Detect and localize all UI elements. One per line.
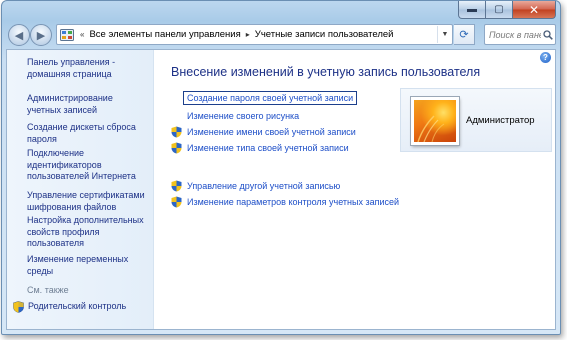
change-account-name-link[interactable]: Изменение имени своей учетной записи xyxy=(187,127,356,137)
breadcrumb-all-control-panel-items[interactable]: Все элементы панели управления xyxy=(86,29,243,40)
sidebar-item-advanced-profile-properties[interactable]: Настройка дополнительных свойств профиля… xyxy=(27,215,149,250)
address-dropdown-button[interactable]: ▼ xyxy=(437,26,452,43)
page-title: Внесение изменений в учетную запись поль… xyxy=(171,65,481,79)
breadcrumb-separator[interactable]: ▸ xyxy=(244,30,252,39)
avatar[interactable] xyxy=(411,97,459,145)
create-password-link[interactable]: Создание пароля своей учетной записи xyxy=(182,91,358,105)
manage-another-account-link[interactable]: Управление другой учетной записью xyxy=(187,181,340,191)
uac-shield-icon xyxy=(171,126,182,138)
maximize-button[interactable]: ▢ xyxy=(485,1,513,19)
caption-buttons: ▬ ▢ ✕ xyxy=(458,1,556,19)
uac-shield-icon xyxy=(171,180,182,192)
help-icon[interactable]: ? xyxy=(540,52,551,63)
sidebar-item-manage-accounts[interactable]: Администрирование учетных записей xyxy=(27,93,149,116)
user-account-card: Администратор xyxy=(400,88,552,152)
uac-shield-icon xyxy=(171,196,182,208)
search-placeholder: Поиск в пане xyxy=(489,29,541,40)
flower-picture-icon xyxy=(417,115,445,142)
see-also-label: См. также xyxy=(27,285,69,295)
address-bar[interactable]: « Все элементы панели управления ▸ Учетн… xyxy=(56,24,453,45)
refresh-button[interactable]: ⟳ xyxy=(454,24,475,45)
back-button[interactable]: ◀ xyxy=(8,24,30,46)
sidebar-item-control-panel-home[interactable]: Панель управления - домашняя страница xyxy=(27,57,149,80)
parental-control-link[interactable]: Родительский контроль xyxy=(28,301,126,313)
control-panel-window: ▬ ▢ ✕ ◀ ▶ « Все элементы панели управлен… xyxy=(1,0,561,335)
control-panel-icon xyxy=(60,28,74,41)
change-picture-link[interactable]: Изменение своего рисунка xyxy=(187,111,299,121)
uac-shield-icon xyxy=(171,142,182,154)
uac-shield-icon xyxy=(13,301,24,313)
content-area: Панель управления - домашняя страница Ад… xyxy=(6,49,556,330)
sidebar-item-link-online-ids[interactable]: Подключение идентификаторов пользователе… xyxy=(27,148,149,183)
navigation-bar: ◀ ▶ « Все элементы панели управления ▸ У… xyxy=(6,23,556,47)
search-icon[interactable] xyxy=(541,29,555,40)
sidebar-item-password-reset-disk[interactable]: Создание дискеты сброса пароля xyxy=(27,122,149,145)
address-overflow-chevron[interactable]: « xyxy=(78,30,86,39)
breadcrumb-user-accounts[interactable]: Учетные записи пользователей xyxy=(252,29,397,40)
change-account-type-link[interactable]: Изменение типа своей учетной записи xyxy=(187,143,349,153)
sidebar: Панель управления - домашняя страница Ад… xyxy=(7,50,154,329)
parental-control-link-row[interactable]: Родительский контроль xyxy=(13,301,126,313)
sidebar-item-environment-variables[interactable]: Изменение переменных среды xyxy=(27,254,149,277)
user-name: Администратор xyxy=(466,115,535,126)
forward-button[interactable]: ▶ xyxy=(30,24,52,46)
search-input[interactable]: Поиск в пане xyxy=(484,24,556,45)
sidebar-item-file-encryption-certificates[interactable]: Управление сертификатами шифрования файл… xyxy=(27,190,149,213)
minimize-button[interactable]: ▬ xyxy=(458,1,486,19)
uac-settings-link[interactable]: Изменение параметров контроля учетных за… xyxy=(187,197,399,207)
close-button[interactable]: ✕ xyxy=(512,1,556,19)
